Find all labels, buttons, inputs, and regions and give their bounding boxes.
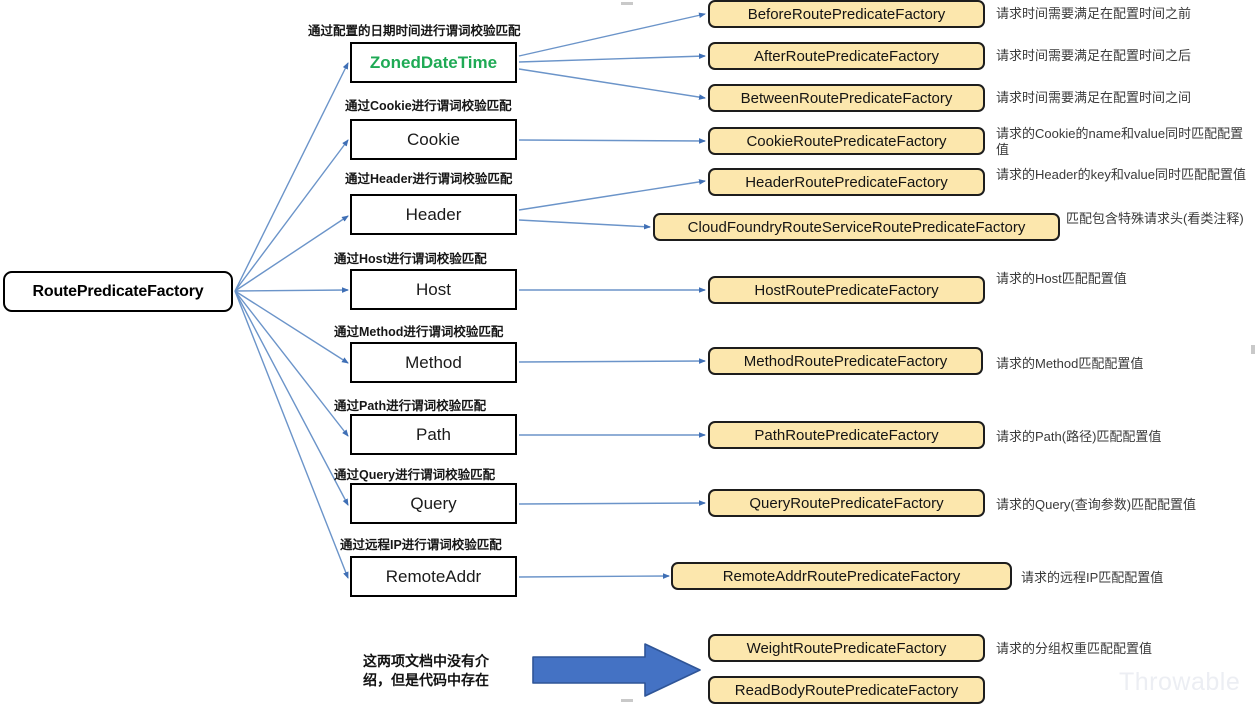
node-path-label: Path bbox=[416, 424, 451, 444]
block-arrow bbox=[532, 643, 701, 697]
node-cookie[interactable]: Cookie bbox=[350, 119, 517, 160]
scan-artifact-top bbox=[621, 2, 633, 5]
desc-weight: 请求的分组权重匹配配置值 bbox=[996, 641, 1153, 656]
pill-label: AfterRoutePredicateFactory bbox=[753, 47, 940, 65]
pill-label: BetweenRoutePredicateFactory bbox=[740, 89, 953, 107]
caption-host: 通过Host进行谓词校验匹配 bbox=[334, 252, 487, 266]
pill-cookie-route-predicate-factory[interactable]: CookieRoutePredicateFactory bbox=[708, 127, 985, 155]
pill-weight-route-predicate-factory[interactable]: WeightRoutePredicateFactory bbox=[708, 634, 985, 662]
pill-label: CloudFoundryRouteServiceRoutePredicateFa… bbox=[687, 218, 1026, 236]
caption-zoneddatetime: 通过配置的日期时间进行谓词校验匹配 bbox=[308, 24, 521, 38]
node-cookie-label: Cookie bbox=[407, 129, 460, 149]
pill-label: ReadBodyRoutePredicateFactory bbox=[734, 681, 959, 699]
pill-label: RemoteAddrRoutePredicateFactory bbox=[722, 567, 961, 585]
caption-cookie: 通过Cookie进行谓词校验匹配 bbox=[345, 99, 512, 113]
node-remoteaddr[interactable]: RemoteAddr bbox=[350, 556, 517, 597]
desc-remoteaddr: 请求的远程IP匹配配置值 bbox=[1021, 570, 1164, 585]
caption-path: 通过Path进行谓词校验匹配 bbox=[334, 399, 487, 413]
node-zoneddatetime-label: ZonedDateTime bbox=[369, 52, 498, 72]
pill-label: WeightRoutePredicateFactory bbox=[746, 639, 947, 657]
desc-path: 请求的Path(路径)匹配配置值 bbox=[996, 429, 1162, 444]
bottom-note-line-1: 这两项文档中没有介 bbox=[363, 653, 489, 669]
caption-query: 通过Query进行谓词校验匹配 bbox=[334, 468, 496, 482]
desc-cloudfoundry: 匹配包含特殊请求头(看类注释) bbox=[1066, 211, 1244, 226]
desc-between: 请求时间需要满足在配置时间之间 bbox=[996, 90, 1192, 105]
pill-after-route-predicate-factory[interactable]: AfterRoutePredicateFactory bbox=[708, 42, 985, 70]
node-method-label: Method bbox=[405, 352, 462, 372]
root-node-label: RoutePredicateFactory bbox=[32, 282, 204, 300]
caption-header: 通过Header进行谓词校验匹配 bbox=[345, 172, 513, 186]
pill-cloudfoundry-route-service-route-predicate-factory[interactable]: CloudFoundryRouteServiceRoutePredicateFa… bbox=[653, 213, 1060, 241]
node-zoneddatetime[interactable]: ZonedDateTime bbox=[350, 42, 517, 83]
node-query[interactable]: Query bbox=[350, 483, 517, 524]
node-remoteaddr-label: RemoteAddr bbox=[385, 566, 482, 586]
pill-remoteaddr-route-predicate-factory[interactable]: RemoteAddrRoutePredicateFactory bbox=[671, 562, 1012, 590]
pill-label: HeaderRoutePredicateFactory bbox=[745, 173, 948, 191]
pill-label: PathRoutePredicateFactory bbox=[754, 426, 939, 444]
pill-label: MethodRoutePredicateFactory bbox=[743, 352, 948, 370]
node-header-label: Header bbox=[405, 204, 462, 224]
desc-header: 请求的Header的key和value同时匹配配置值 bbox=[996, 167, 1246, 182]
diagram-canvas: RoutePredicateFactory 通过配置的日期时间进行谓词校验匹配 … bbox=[0, 0, 1256, 705]
pill-path-route-predicate-factory[interactable]: PathRoutePredicateFactory bbox=[708, 421, 985, 449]
pill-between-route-predicate-factory[interactable]: BetweenRoutePredicateFactory bbox=[708, 84, 985, 112]
pill-query-route-predicate-factory[interactable]: QueryRoutePredicateFactory bbox=[708, 489, 985, 517]
pill-header-route-predicate-factory[interactable]: HeaderRoutePredicateFactory bbox=[708, 168, 985, 196]
scan-artifact-right bbox=[1251, 345, 1255, 354]
pill-label: CookieRoutePredicateFactory bbox=[746, 132, 947, 150]
pill-readbody-route-predicate-factory[interactable]: ReadBodyRoutePredicateFactory bbox=[708, 676, 985, 704]
desc-before: 请求时间需要满足在配置时间之前 bbox=[996, 6, 1192, 21]
pill-label: HostRoutePredicateFactory bbox=[754, 281, 939, 299]
pill-label: QueryRoutePredicateFactory bbox=[749, 494, 944, 512]
pill-host-route-predicate-factory[interactable]: HostRoutePredicateFactory bbox=[708, 276, 985, 304]
desc-query: 请求的Query(查询参数)匹配配置值 bbox=[996, 497, 1197, 512]
node-path[interactable]: Path bbox=[350, 414, 517, 455]
desc-after: 请求时间需要满足在配置时间之后 bbox=[996, 48, 1192, 63]
pill-label: BeforeRoutePredicateFactory bbox=[747, 5, 946, 23]
node-host-label: Host bbox=[416, 279, 451, 299]
desc-cookie: 请求的Cookie的name和value同时匹配配置值 bbox=[996, 126, 1244, 157]
watermark: Throwable bbox=[1119, 668, 1241, 696]
node-method[interactable]: Method bbox=[350, 342, 517, 383]
bottom-note-line-2: 绍，但是代码中存在 bbox=[363, 671, 489, 688]
desc-host: 请求的Host匹配配置值 bbox=[996, 271, 1127, 286]
scan-artifact-bottom bbox=[621, 699, 633, 702]
bottom-note: 这两项文档中没有介 绍，但是代码中存在 bbox=[363, 652, 489, 690]
desc-method: 请求的Method匹配配置值 bbox=[996, 356, 1144, 371]
node-query-label: Query bbox=[410, 493, 457, 513]
pill-method-route-predicate-factory[interactable]: MethodRoutePredicateFactory bbox=[708, 347, 983, 375]
node-header[interactable]: Header bbox=[350, 194, 517, 235]
root-node-route-predicate-factory[interactable]: RoutePredicateFactory bbox=[3, 271, 233, 312]
caption-method: 通过Method进行谓词校验匹配 bbox=[334, 325, 504, 339]
caption-remoteaddr: 通过远程IP进行谓词校验匹配 bbox=[340, 538, 502, 552]
node-host[interactable]: Host bbox=[350, 269, 517, 310]
pill-before-route-predicate-factory[interactable]: BeforeRoutePredicateFactory bbox=[708, 0, 985, 28]
